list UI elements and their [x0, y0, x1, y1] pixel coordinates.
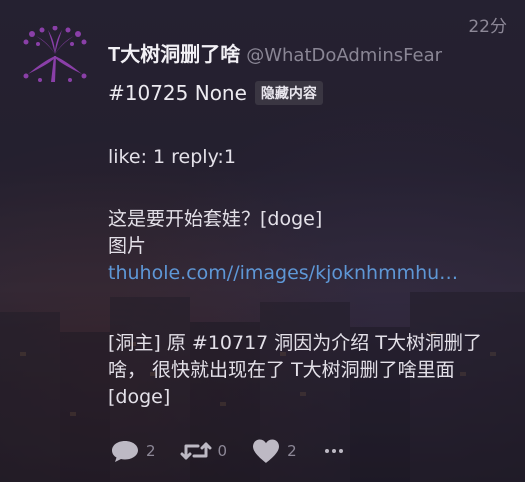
reply-count: 2 [146, 442, 156, 460]
like-count: 2 [287, 442, 297, 460]
retweet-icon [180, 442, 212, 460]
hidden-content-badge: 隐藏内容 [254, 81, 323, 105]
like-button[interactable]: 2 [251, 438, 297, 464]
speech-bubble-icon [112, 441, 138, 462]
heart-icon [253, 439, 280, 463]
reply-text: [洞主] 原 #10717 洞因为介绍 T大树洞删了啥， 很快就出现在了 T大树… [108, 332, 482, 408]
reply-button[interactable]: 2 [110, 439, 156, 463]
author-line: T大树洞删了啥 @WhatDoAdminsFear [108, 38, 442, 67]
body-text-line: 这是要开始套娃？[doge] [108, 208, 323, 230]
tweet-card: 22分 T大树洞删了啥 @WhatDoAdminsFear #10725 Non… [0, 0, 525, 482]
action-bar: 2 0 2 [110, 438, 343, 464]
retweet-button[interactable]: 0 [180, 440, 228, 462]
author-handle[interactable]: @WhatDoAdminsFear [246, 45, 442, 66]
post-stats: like: 1 reply:1 [108, 146, 236, 168]
image-label: 图片 [108, 235, 147, 257]
author-name[interactable]: T大树洞删了啥 [108, 44, 240, 66]
retweet-count: 0 [217, 442, 228, 460]
image-link[interactable]: thuhole.com//images/kjoknhmmhu… [108, 260, 500, 287]
post-body: 这是要开始套娃？[doge] 图片 thuhole.com//images/kj… [108, 206, 508, 287]
avatar[interactable] [18, 26, 92, 86]
timestamp: 22分 [468, 17, 507, 37]
post-id-line: #10725 None 隐藏内容 [108, 81, 323, 105]
post-id: #10725 None [108, 81, 247, 105]
more-icon[interactable] [324, 449, 343, 453]
